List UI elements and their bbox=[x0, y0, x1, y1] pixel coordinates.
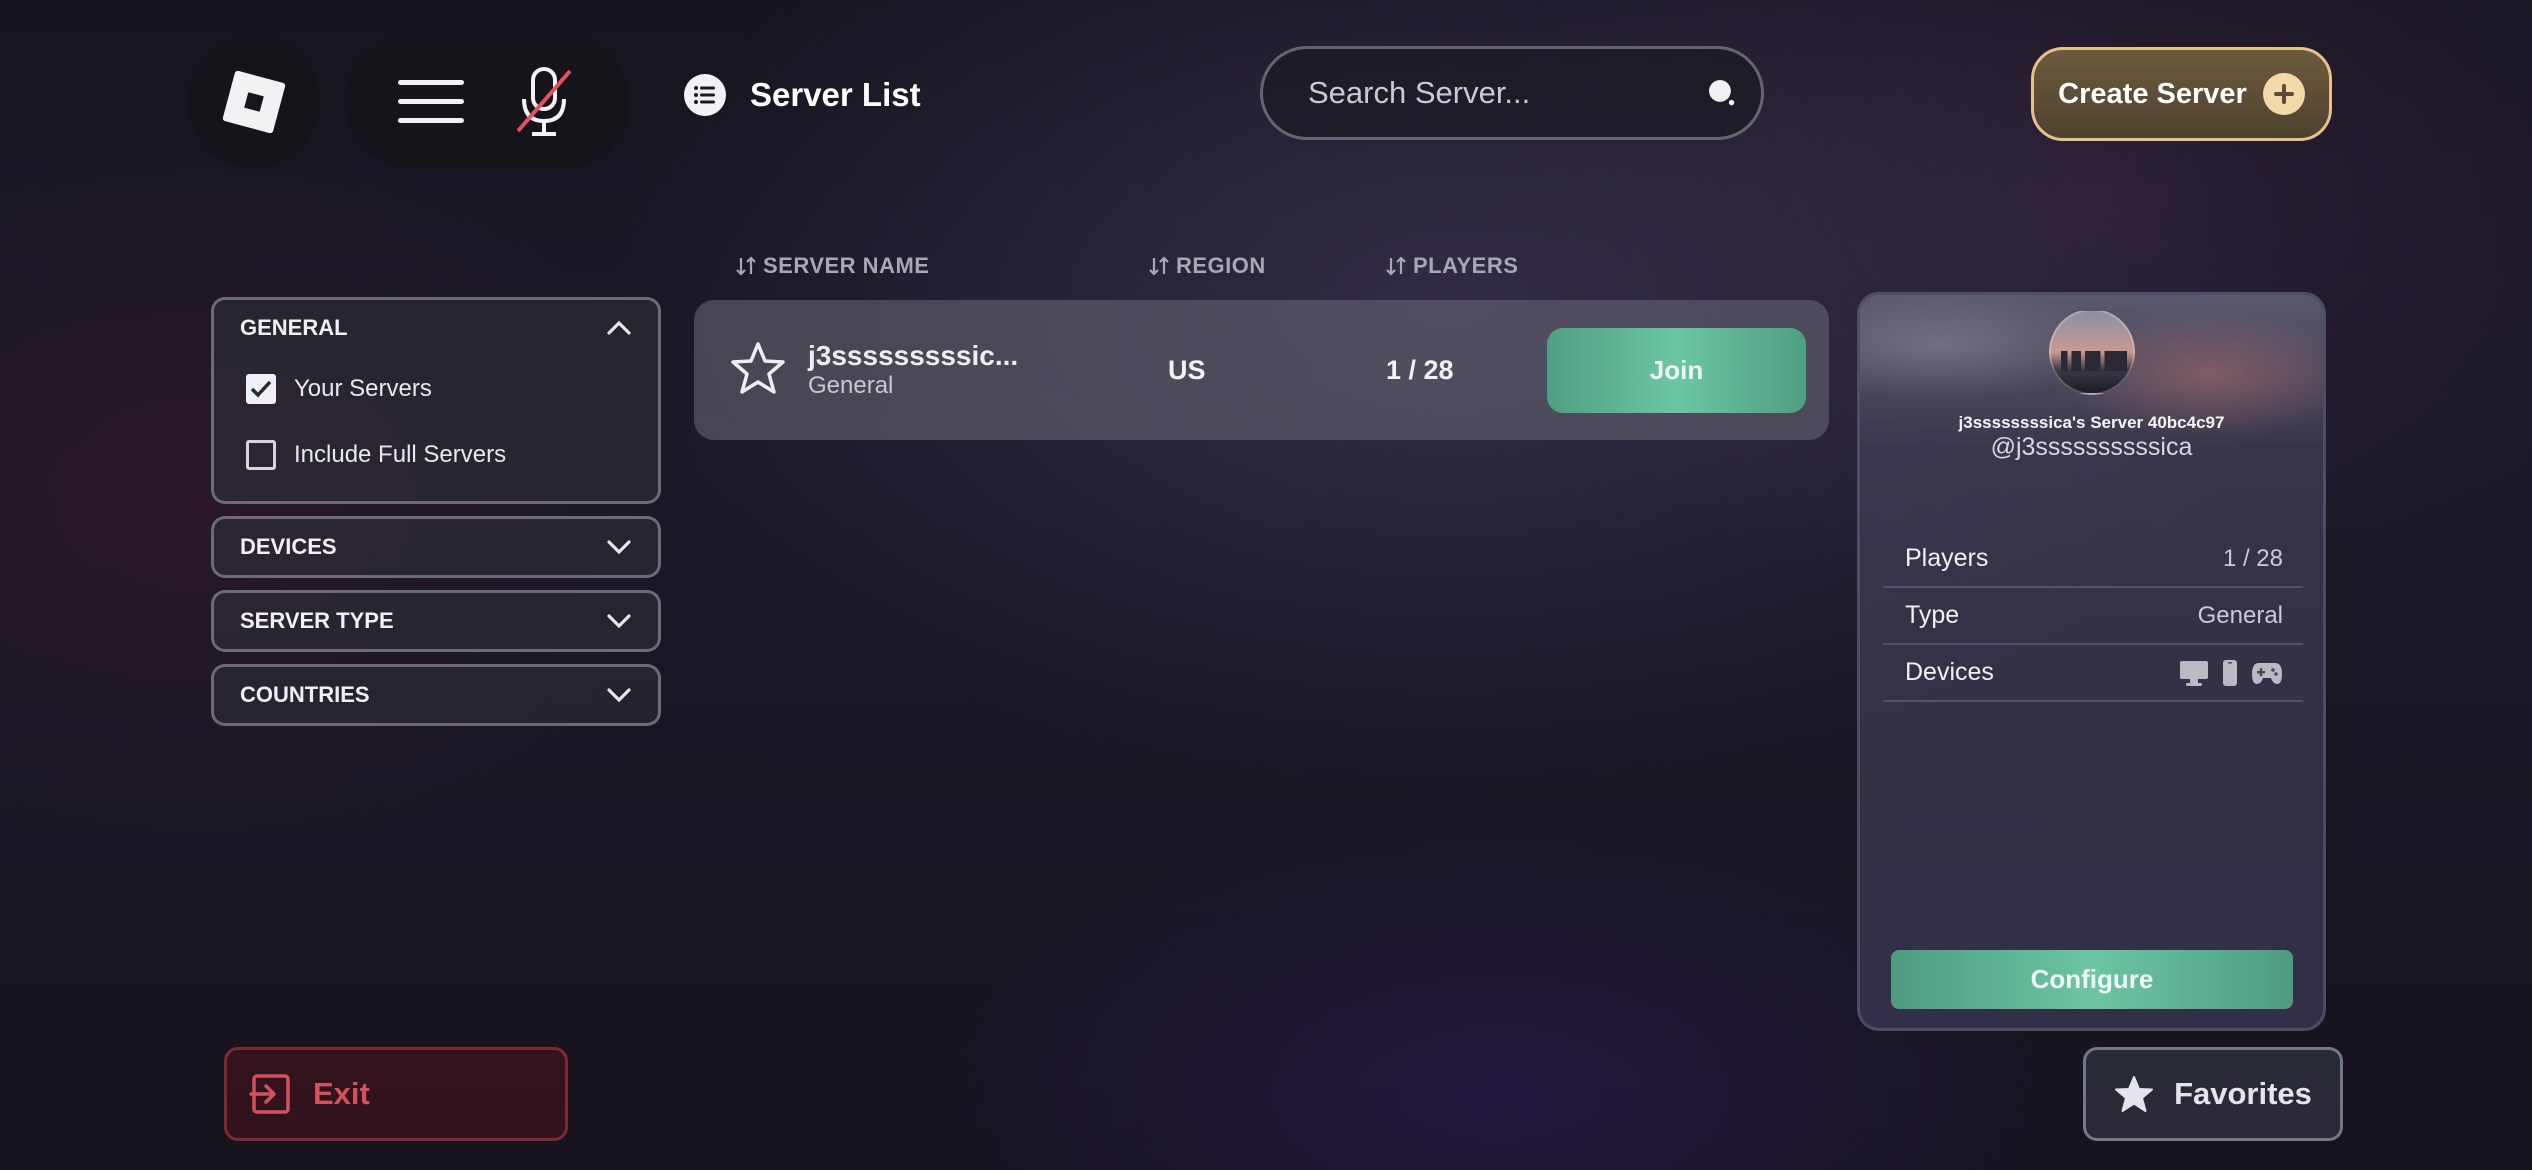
detail-row-devices: Devices bbox=[1883, 645, 2303, 702]
create-server-button[interactable]: Create Server bbox=[2031, 47, 2332, 141]
filter-server-type[interactable]: SERVER TYPE bbox=[211, 590, 661, 652]
detail-value-type: General bbox=[2197, 601, 2283, 629]
exit-label: Exit bbox=[313, 1076, 370, 1111]
detail-key-players: Players bbox=[1905, 544, 1989, 572]
filter-general-header[interactable]: GENERAL bbox=[214, 300, 658, 356]
checkbox-include-full-servers[interactable] bbox=[246, 440, 276, 470]
filter-general: GENERAL Your Servers Include Full Server… bbox=[211, 297, 661, 504]
microphone-muted-icon bbox=[516, 67, 572, 136]
sort-region[interactable]: REGION bbox=[1148, 253, 1266, 279]
filters-sidebar: GENERAL Your Servers Include Full Server… bbox=[211, 297, 661, 738]
detail-key-type: Type bbox=[1905, 601, 1960, 629]
desktop-icon bbox=[2180, 660, 2208, 686]
favorites-label: Favorites bbox=[2174, 1076, 2312, 1111]
hamburger-menu-icon bbox=[398, 80, 465, 123]
checkmark-icon bbox=[250, 380, 272, 398]
server-row[interactable]: j3sssssssssic... General US 1 / 28 Join bbox=[694, 300, 1829, 440]
filter-your-servers[interactable]: Your Servers bbox=[214, 356, 658, 422]
filter-server-type-title: SERVER TYPE bbox=[240, 608, 394, 633]
filter-countries-title: COUNTRIES bbox=[240, 682, 370, 707]
sort-icon bbox=[1149, 256, 1169, 276]
chevron-down-icon bbox=[607, 614, 631, 629]
detail-value-players: 1 / 28 bbox=[2222, 544, 2283, 572]
chevron-up-icon bbox=[607, 320, 631, 335]
server-region: US bbox=[1168, 355, 1206, 385]
phone-icon bbox=[2223, 659, 2237, 686]
column-header-region: REGION bbox=[1176, 253, 1266, 278]
roblox-logo-icon bbox=[222, 70, 286, 134]
plus-icon bbox=[2262, 73, 2305, 115]
search-icon[interactable] bbox=[1707, 71, 1737, 115]
server-detail-panel: j3ssssssssica's Server 40bc4c97 @j3sssss… bbox=[1857, 292, 2326, 1031]
page-title: Server List bbox=[750, 76, 921, 113]
top-controls bbox=[345, 36, 630, 168]
checkbox-your-servers[interactable] bbox=[246, 374, 276, 404]
column-header-players: PLAYERS bbox=[1413, 253, 1519, 278]
exit-button[interactable]: Exit bbox=[224, 1047, 568, 1141]
list-icon bbox=[684, 74, 726, 116]
detail-row-players: Players 1 / 28 bbox=[1883, 531, 2303, 588]
label-your-servers: Your Servers bbox=[294, 375, 432, 402]
server-list-header: SERVER NAME REGION PLAYERS bbox=[733, 253, 1633, 283]
star-icon bbox=[2115, 1076, 2154, 1112]
sort-icon bbox=[736, 256, 756, 276]
gamepad-icon bbox=[2252, 662, 2282, 684]
chevron-down-icon bbox=[607, 688, 631, 703]
device-icons bbox=[2179, 659, 2283, 687]
server-name: j3sssssssssic... bbox=[808, 340, 1019, 371]
filter-devices[interactable]: DEVICES bbox=[211, 516, 661, 578]
filter-countries[interactable]: COUNTRIES bbox=[211, 664, 661, 726]
configure-button[interactable]: Configure bbox=[1891, 950, 2293, 1009]
exit-icon bbox=[249, 1074, 290, 1114]
server-players: 1 / 28 bbox=[1386, 355, 1454, 385]
sort-server-name[interactable]: SERVER NAME bbox=[735, 253, 929, 279]
menu-button[interactable] bbox=[386, 57, 476, 147]
column-header-server-name: SERVER NAME bbox=[763, 253, 930, 278]
join-button[interactable]: Join bbox=[1547, 328, 1806, 413]
create-server-label: Create Server bbox=[2058, 77, 2247, 110]
search-bar bbox=[1260, 46, 1764, 140]
roblox-logo-button[interactable] bbox=[188, 36, 320, 168]
favorites-button[interactable]: Favorites bbox=[2083, 1047, 2343, 1141]
filter-devices-title: DEVICES bbox=[240, 534, 337, 559]
sort-players[interactable]: PLAYERS bbox=[1385, 253, 1518, 279]
favorite-star-icon[interactable] bbox=[729, 340, 787, 396]
filter-include-full-servers[interactable]: Include Full Servers bbox=[214, 422, 658, 488]
page-title-group: Server List bbox=[684, 74, 921, 116]
detail-server-name: j3ssssssssica's Server 40bc4c97 bbox=[1958, 413, 2225, 432]
avatar bbox=[2049, 309, 2135, 395]
microphone-toggle-button[interactable] bbox=[499, 57, 589, 147]
search-input[interactable] bbox=[1308, 75, 1707, 111]
chevron-down-icon bbox=[607, 540, 631, 555]
detail-key-devices: Devices bbox=[1905, 658, 1994, 686]
filter-general-title: GENERAL bbox=[240, 315, 348, 340]
detail-owner-handle: @j3ssssssssssica bbox=[1990, 433, 2193, 461]
detail-row-type: Type General bbox=[1883, 588, 2303, 645]
detail-info-table: Players 1 / 28 Type General Devices bbox=[1883, 531, 2303, 702]
server-type: General bbox=[808, 372, 894, 399]
label-include-full-servers: Include Full Servers bbox=[294, 441, 507, 468]
sort-icon bbox=[1386, 256, 1406, 276]
